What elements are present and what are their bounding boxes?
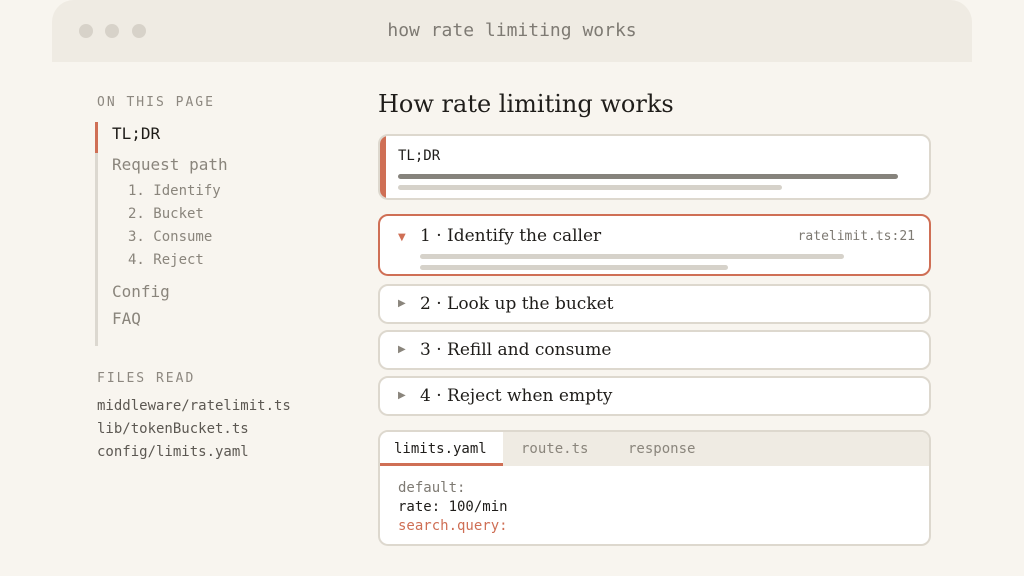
tab-limits-yaml[interactable]: limits.yaml: [394, 441, 487, 457]
toc-item-faq[interactable]: FAQ: [112, 309, 141, 328]
caret-right-icon[interactable]: ▶: [398, 390, 406, 401]
files-read-heading: FILES READ: [97, 371, 196, 386]
code-tab-bar: limits.yaml route.ts response: [380, 432, 929, 466]
toc-subitem-bucket[interactable]: 2. Bucket: [128, 206, 204, 222]
code-line-highlight: search.query:: [398, 518, 508, 534]
toc-subitem-consume[interactable]: 3. Consume: [128, 229, 212, 245]
toc-item-tldr[interactable]: TL;DR: [112, 124, 160, 143]
file-link-limits[interactable]: config/limits.yaml: [97, 444, 249, 460]
tldr-text-line: [398, 174, 898, 179]
caret-right-icon[interactable]: ▶: [398, 344, 406, 355]
window-title: how rate limiting works: [387, 20, 637, 41]
page-title: How rate limiting works: [378, 90, 674, 118]
step-text-line: [420, 254, 844, 259]
caret-down-icon[interactable]: ▼: [398, 232, 406, 243]
tldr-accent-bar: [380, 136, 386, 198]
code-line-value: rate: 100/min: [398, 499, 508, 515]
step-label: 1 · Identify the caller: [420, 226, 602, 246]
step-card-bucket[interactable]: ▶ 2 · Look up the bucket: [378, 284, 931, 324]
step-source-ref[interactable]: ratelimit.ts:21: [798, 229, 915, 244]
step-card-reject[interactable]: ▶ 4 · Reject when empty: [378, 376, 931, 416]
tab-response[interactable]: response: [628, 441, 695, 457]
toc-rail: [95, 122, 98, 346]
tldr-label: TL;DR: [398, 148, 441, 164]
file-link-ratelimit[interactable]: middleware/ratelimit.ts: [97, 398, 291, 414]
tldr-card: TL;DR: [378, 134, 931, 200]
step-card-identify[interactable]: ▼ 1 · Identify the caller ratelimit.ts:2…: [378, 214, 931, 276]
toc-item-config[interactable]: Config: [112, 282, 170, 301]
code-panel: limits.yaml route.ts response default: r…: [378, 430, 931, 546]
step-label: 3 · Refill and consume: [420, 340, 612, 360]
toc-item-request-path[interactable]: Request path: [112, 155, 228, 174]
tab-route-ts[interactable]: route.ts: [521, 441, 588, 457]
step-label: 4 · Reject when empty: [420, 386, 613, 406]
on-this-page-heading: ON THIS PAGE: [97, 95, 215, 110]
file-link-tokenbucket[interactable]: lib/tokenBucket.ts: [97, 421, 249, 437]
step-card-consume[interactable]: ▶ 3 · Refill and consume: [378, 330, 931, 370]
toc-active-indicator: [95, 122, 98, 153]
active-tab-underline: [380, 463, 503, 466]
tldr-text-line: [398, 185, 782, 190]
toc-subitem-reject[interactable]: 4. Reject: [128, 252, 204, 268]
step-label: 2 · Look up the bucket: [420, 294, 614, 314]
toc-subitem-identify[interactable]: 1. Identify: [128, 183, 221, 199]
code-line-key: default:: [398, 480, 466, 496]
step-text-line: [420, 265, 728, 270]
caret-right-icon[interactable]: ▶: [398, 298, 406, 309]
window-titlebar: how rate limiting works: [52, 0, 972, 62]
